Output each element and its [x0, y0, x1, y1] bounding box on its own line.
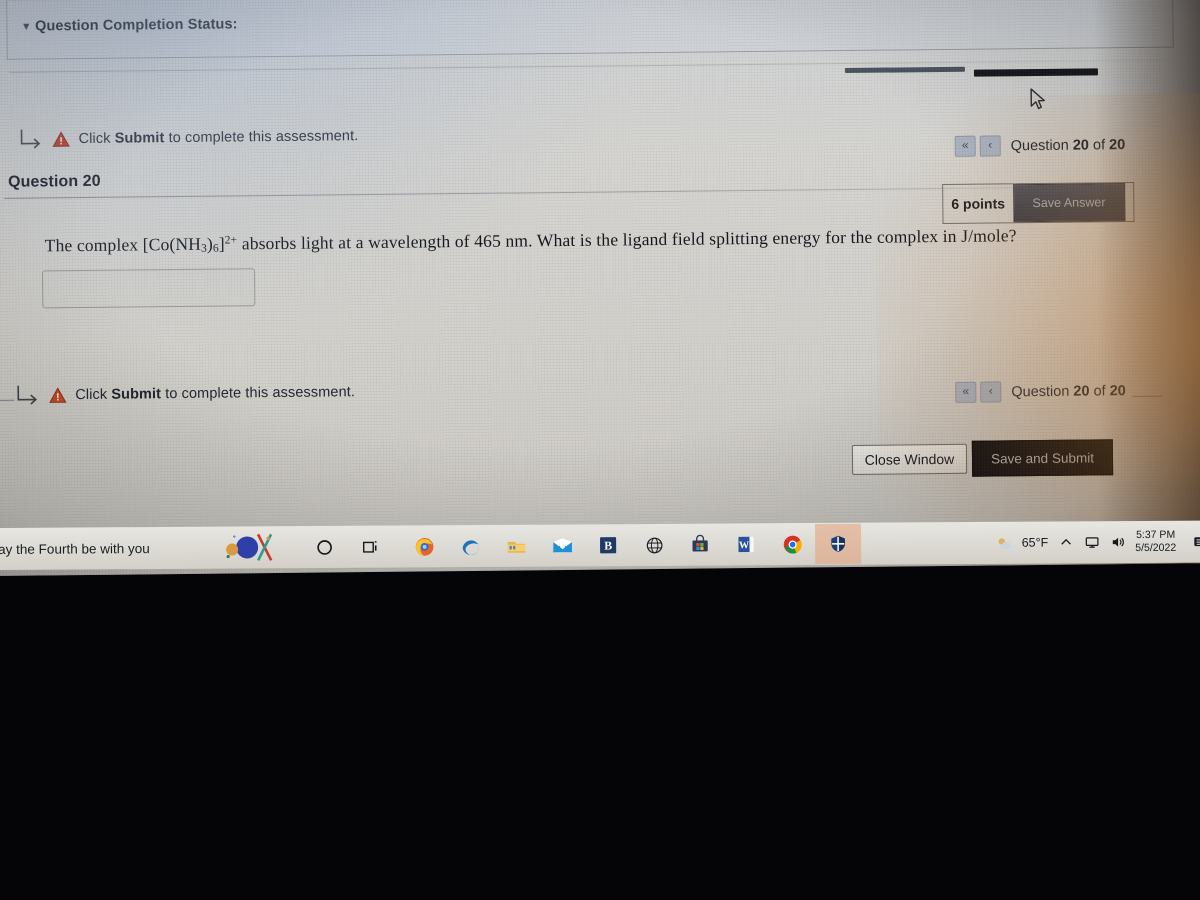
submit-notice-text: Click Submit to complete this assessment…	[78, 128, 359, 148]
weather-temperature: 65°F	[1021, 535, 1049, 550]
globe-icon[interactable]	[631, 525, 677, 565]
submit-notice-bottom: Click Submit to complete this assessment…	[14, 380, 355, 408]
mail-icon[interactable]	[539, 525, 585, 565]
question-text: The complex [Co(NH3)6]2+ absorbs light a…	[44, 225, 1017, 256]
clock[interactable]: 5:37 PM 5/5/2022	[1135, 529, 1176, 555]
scroll-strip-dark[interactable]	[973, 68, 1098, 77]
warning-triangle-icon	[52, 131, 70, 147]
volume-icon[interactable]	[1109, 534, 1126, 551]
windows-security-icon[interactable]	[814, 523, 862, 564]
scroll-strip-light[interactable]	[844, 66, 965, 74]
question-completion-status-bar[interactable]: ▾ Question Completion Status:	[6, 0, 1174, 60]
edge-icon[interactable]	[447, 526, 493, 566]
close-window-button[interactable]: Close Window	[851, 443, 968, 475]
blackboard-icon[interactable]: B	[585, 525, 631, 565]
taskbar-app-icons: B W	[401, 523, 862, 567]
save-answer-button[interactable]: Save Answer	[1012, 183, 1126, 223]
notification-center-icon[interactable]	[1191, 533, 1200, 550]
system-tray: 65°F 5:37 PM 5/5/2022	[996, 529, 1200, 556]
pagination-top: « ‹ Question 20 of 20	[954, 134, 1126, 157]
news-widget-text: ay the Fourth be with you	[0, 540, 150, 557]
monitor-screen: ▾ Question Completion Status: Click Subm…	[0, 0, 1200, 576]
svg-text:B: B	[604, 538, 612, 552]
previous-question-button[interactable]: ‹	[979, 135, 1001, 157]
chrome-icon[interactable]	[769, 524, 815, 564]
corner-arrow-icon	[17, 127, 43, 151]
svg-text:W: W	[739, 540, 749, 551]
question-completion-status-label: ▾ Question Completion Status:	[23, 16, 238, 35]
mouse-pointer-icon	[1029, 88, 1047, 112]
corner-arrow-icon	[14, 383, 40, 407]
previous-question-button[interactable]: ‹	[980, 381, 1002, 403]
warning-triangle-icon	[49, 387, 67, 403]
weather-icon[interactable]	[996, 534, 1013, 551]
submit-notice-text: Click Submit to complete this assessment…	[75, 384, 356, 404]
network-monitor-icon[interactable]	[1083, 534, 1100, 551]
windows-taskbar: ay the Fourth be with you B W 65°F 5:37 …	[0, 520, 1200, 570]
left-rule-mark	[0, 399, 15, 401]
blackboard-assessment-page: ▾ Question Completion Status: Click Subm…	[0, 0, 1200, 516]
task-view-icon[interactable]	[347, 527, 393, 567]
first-question-button[interactable]: «	[955, 381, 977, 403]
submit-notice-top: Click Submit to complete this assessment…	[17, 124, 358, 152]
caret-down-icon[interactable]: ▾	[23, 20, 29, 33]
pagination-top-label: Question 20 of 20	[1010, 136, 1126, 154]
news-and-interests-widget[interactable]: ay the Fourth be with you	[0, 540, 213, 557]
firefox-icon[interactable]	[401, 526, 447, 566]
file-explorer-icon[interactable]	[493, 526, 539, 566]
google-doodle-icon[interactable]	[219, 530, 291, 564]
question-heading: Question 20	[7, 172, 101, 191]
first-question-button[interactable]: «	[954, 135, 976, 157]
clock-date: 5/5/2022	[1135, 541, 1177, 555]
clock-time: 5:37 PM	[1136, 528, 1176, 542]
save-and-submit-button[interactable]: Save and Submit	[971, 439, 1114, 477]
monitor-photograph: ▾ Question Completion Status: Click Subm…	[0, 0, 1200, 900]
chevron-up-icon[interactable]	[1057, 534, 1074, 551]
pagination-bottom: « ‹ Question 20 of 20	[955, 380, 1126, 403]
desk-background	[0, 560, 1200, 900]
pagination-bottom-label: Question 20 of 20	[1011, 382, 1126, 400]
right-rule-mark	[1132, 395, 1163, 398]
word-icon[interactable]: W	[723, 524, 769, 564]
store-icon[interactable]	[677, 525, 723, 565]
circle-search-icon[interactable]	[301, 527, 347, 567]
points-and-save-panel: 6 points Save Answer	[942, 182, 1135, 225]
answer-input[interactable]	[41, 268, 256, 309]
points-label: 6 points	[951, 195, 1006, 212]
